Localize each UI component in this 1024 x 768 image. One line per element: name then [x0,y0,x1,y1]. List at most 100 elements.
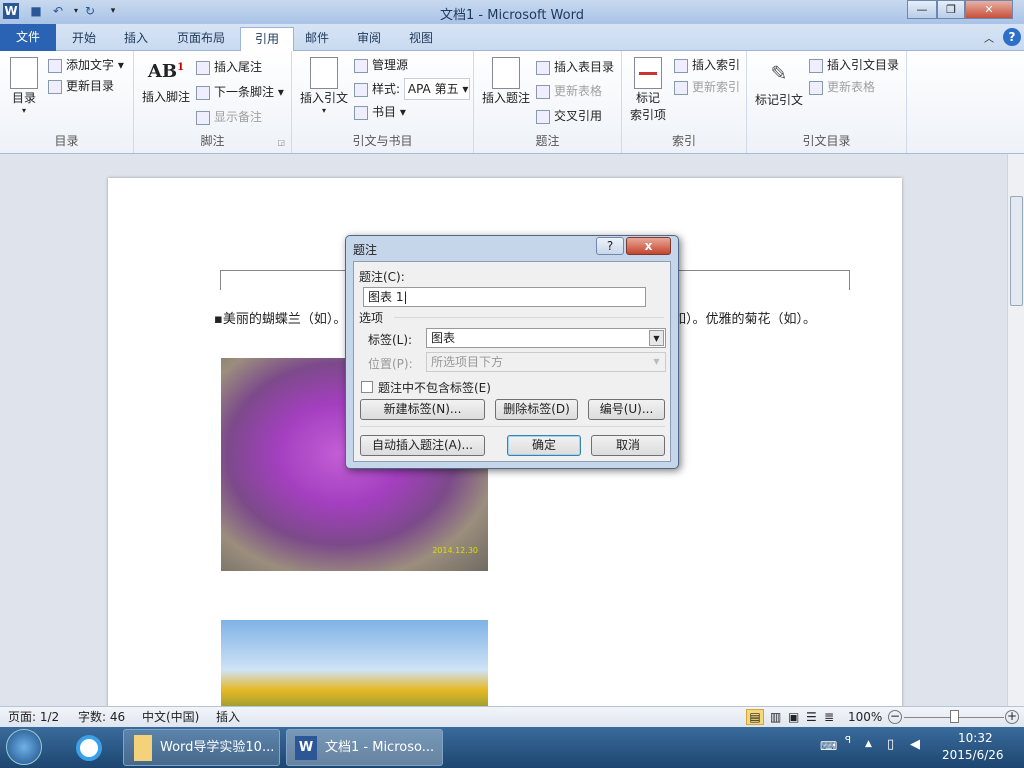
tab-page-layout[interactable]: 页面布局 [163,27,239,51]
caption-input[interactable]: 图表 1| [363,287,646,307]
zoom-out-icon[interactable]: − [888,710,902,724]
update-index-button[interactable]: 更新索引 [674,77,740,97]
minimize-button[interactable]: — [907,0,937,19]
add-text-button[interactable]: 添加文字 ▾ [48,55,124,75]
insert-citation-button[interactable]: 插入引文 ▾ [296,57,352,115]
scroll-thumb[interactable] [1010,196,1023,306]
bibliography-button[interactable]: 书目 ▾ [354,102,406,122]
group-captions: 插入题注 插入表目录 更新表格 交叉引用 题注 [474,51,622,153]
position-select[interactable]: 所选项目下方 ▼ [426,352,666,372]
clock-date[interactable]: 2015/6/26 [942,748,1004,762]
exclude-label-checkbox[interactable] [361,381,373,393]
footnote-ab-icon: AB1 [147,61,185,82]
update-index-icon [674,80,688,95]
numbering-button[interactable]: 编号(U)... [588,399,665,420]
delete-label-button[interactable]: 删除标签(D) [495,399,578,420]
table-of-figures-label: 插入表目录 [554,60,615,74]
taskbar-word[interactable]: W 文档1 - Microso... [286,729,443,766]
update-toc-button[interactable]: 更新目录 [48,76,114,96]
tab-insert[interactable]: 插入 [110,27,162,51]
style-select[interactable]: APA 第五 ▾ [403,78,470,100]
insert-mode[interactable]: 插入 [216,707,240,727]
start-button[interactable] [6,729,42,765]
new-label-button[interactable]: 新建标签(N)... [360,399,485,420]
tab-file[interactable]: 文件 [0,24,56,51]
zoom-in-icon[interactable]: + [1005,710,1019,724]
group-index: 标记 索引项 插入索引 更新索引 索引 [622,51,747,153]
update-toa-icon [809,80,823,95]
update-table-button[interactable]: 更新表格 [536,81,602,101]
draft-icon[interactable]: ≣ [824,707,834,727]
tab-mailings[interactable]: 邮件 [291,27,343,51]
outline-icon[interactable]: ☰ [806,707,817,727]
tab-home[interactable]: 开始 [58,27,110,51]
mark-citation-button[interactable]: ✎ 标记引文 [751,61,807,108]
next-footnote-icon [196,85,210,100]
browser-icon[interactable] [76,735,102,761]
cross-reference-button[interactable]: 交叉引用 [536,106,602,126]
exclude-label-text: 题注中不包含标签(E) [378,381,491,395]
caption-dialog: 题注 ? x 题注(C): 图表 1| 选项 标签(L): 图表 ▼ 位置(P):… [345,235,679,469]
autocaption-button[interactable]: 自动插入题注(A)... [360,435,485,456]
word-icon: W [295,735,317,760]
title-bar: W ■ ↶ ▾ ↻ ▾ 文档1 - Microsoft Word — ❐ ✕ [0,0,1024,24]
tag-select[interactable]: 图表 ▼ [426,328,666,348]
keyboard-icon[interactable]: ⌨ [820,739,837,753]
tab-view[interactable]: 视图 [395,27,447,51]
insert-caption-button[interactable]: 插入题注 [478,57,534,106]
update-toa-button[interactable]: 更新表格 [809,77,875,97]
update-table-icon [536,84,550,99]
chevron-down-icon: ▼ [649,330,664,346]
next-footnote-button[interactable]: 下一条脚注 ▾ [196,82,284,102]
show-notes-button[interactable]: 显示备注 [196,107,262,127]
vertical-scrollbar[interactable] [1007,154,1024,706]
dialog-close-button[interactable]: x [626,237,671,255]
ribbon-tabs: 文件 开始 插入 页面布局 引用 邮件 审阅 视图 ︿ ? [0,24,1024,53]
tag-value: 图表 [431,331,456,345]
update-toc-icon [48,79,62,94]
restore-button[interactable]: ❐ [937,0,965,19]
insert-index-button[interactable]: 插入索引 [674,55,740,75]
close-button[interactable]: ✕ [965,0,1013,19]
language[interactable]: 中文(中国) [142,707,199,727]
dialog-help-button[interactable]: ? [596,237,624,255]
tab-review[interactable]: 审阅 [343,27,395,51]
caption-label: 题注(C): [359,270,405,284]
toc-button[interactable]: 目录 ▾ [6,57,42,115]
bibliography-icon [354,105,368,120]
ime-icon[interactable]: ꟼ [845,735,851,746]
minimize-ribbon-icon[interactable]: ︿ [984,30,994,45]
cancel-button[interactable]: 取消 [591,435,665,456]
network-icon[interactable]: ▯ [887,737,894,752]
group-label-toa: 引文目录 [802,134,851,148]
full-screen-icon[interactable]: ▥ [770,707,781,727]
tab-references[interactable]: 引用 [240,27,295,53]
manage-sources-button[interactable]: 管理源 [354,55,408,75]
taskbar: Word导学实验10... W 文档1 - Microso... ⌨ ꟼ ▲ ▯ … [0,727,1024,768]
zoom-slider-thumb[interactable] [950,710,959,723]
insert-citation-label: 插入引文 [299,91,348,105]
insert-endnote-button[interactable]: 插入尾注 [196,57,262,77]
insert-toa-button[interactable]: 插入引文目录 [809,55,899,75]
mark-entry-button[interactable]: 标记 索引项 [626,57,670,123]
sunflower-image[interactable] [221,620,488,720]
page-count[interactable]: 页面: 1/2 [8,707,59,727]
insert-table-of-figures-button[interactable]: 插入表目录 [536,57,614,77]
insert-index-icon [674,58,688,73]
mark-entry-icon [634,57,662,89]
group-label-footnotes: 脚注 [200,134,225,148]
dialog-launcher-icon[interactable]: ◲ [277,138,285,147]
zoom-level[interactable]: 100% [848,707,882,727]
volume-icon[interactable]: ◀ [910,737,920,752]
insert-caption-icon [492,57,520,89]
help-icon[interactable]: ? [1003,28,1021,46]
show-hidden-icons[interactable]: ▲ [865,739,872,749]
taskbar-explorer[interactable]: Word导学实验10... [123,729,280,766]
insert-footnote-button[interactable]: AB1 插入脚注 [138,61,194,105]
clock-time[interactable]: 10:32 [958,731,993,745]
ok-button[interactable]: 确定 [507,435,581,456]
print-layout-icon[interactable]: ▤ [746,709,764,725]
web-layout-icon[interactable]: ▣ [788,707,799,727]
insert-citation-icon [310,57,338,89]
word-count[interactable]: 字数: 46 [78,707,125,727]
